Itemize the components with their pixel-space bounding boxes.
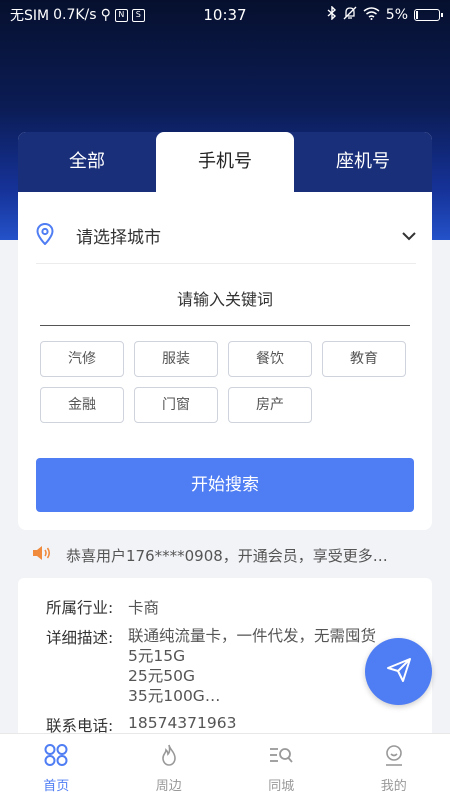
tab-mobile[interactable]: 手机号 bbox=[156, 132, 294, 192]
industry-value: 卡商 bbox=[128, 599, 160, 617]
search-card: 全部 手机号 座机号 请选择城市 请输入关键词 汽修 服装 餐饮 教育 金融 门… bbox=[18, 132, 432, 530]
industry-row: 所属行业: 卡商 bbox=[46, 596, 404, 618]
description-line: 35元100G… bbox=[128, 687, 221, 705]
city-selector[interactable]: 请选择城市 bbox=[36, 208, 416, 264]
bottom-nav: 首页 周边 同城 我的 bbox=[0, 733, 450, 800]
category-chips: 汽修 服装 餐饮 教育 金融 门窗 房产 bbox=[40, 341, 416, 423]
flame-icon bbox=[157, 743, 181, 775]
location-pin-icon bbox=[36, 222, 54, 249]
tab-all[interactable]: 全部 bbox=[18, 132, 156, 192]
keyword-input[interactable]: 请输入关键词 bbox=[40, 282, 410, 326]
notice-text: 恭喜用户176****0908，开通会员，享受更多… bbox=[66, 546, 388, 565]
nav-same-city[interactable]: 同城 bbox=[225, 734, 338, 800]
category-chip[interactable]: 服装 bbox=[134, 341, 218, 377]
nav-mine[interactable]: 我的 bbox=[338, 734, 450, 800]
send-icon bbox=[385, 656, 413, 688]
category-chip[interactable]: 汽修 bbox=[40, 341, 124, 377]
notice-bar[interactable]: 恭喜用户176****0908，开通会员，享受更多… bbox=[32, 540, 422, 570]
industry-label: 所属行业: bbox=[46, 599, 114, 617]
nav-label: 周边 bbox=[155, 779, 182, 794]
nav-label: 同城 bbox=[268, 779, 295, 794]
tab-landline[interactable]: 座机号 bbox=[294, 132, 432, 192]
category-chip[interactable]: 餐饮 bbox=[228, 341, 312, 377]
description-line: 25元50G bbox=[128, 667, 195, 685]
list-search-icon bbox=[268, 743, 294, 775]
home-grid-icon bbox=[43, 743, 69, 775]
clock: 10:37 bbox=[203, 6, 247, 24]
description-line: 联通纯流量卡，一件代发，无需囤货 bbox=[128, 627, 377, 645]
chevron-down-icon bbox=[402, 226, 416, 245]
battery-icon bbox=[414, 9, 443, 21]
category-chip[interactable]: 房产 bbox=[228, 387, 312, 423]
nav-label: 首页 bbox=[43, 779, 70, 794]
nav-label: 我的 bbox=[380, 779, 407, 794]
search-button[interactable]: 开始搜索 bbox=[36, 458, 414, 512]
tab-bar: 全部 手机号 座机号 bbox=[18, 132, 432, 192]
nav-nearby[interactable]: 周边 bbox=[113, 734, 226, 800]
category-chip[interactable]: 教育 bbox=[322, 341, 406, 377]
send-fab-button[interactable] bbox=[365, 638, 432, 705]
category-chip[interactable]: 门窗 bbox=[134, 387, 218, 423]
nav-home[interactable]: 首页 bbox=[0, 734, 113, 800]
city-selector-label: 请选择城市 bbox=[76, 228, 161, 248]
category-chip[interactable]: 金融 bbox=[40, 387, 124, 423]
user-icon bbox=[382, 743, 406, 775]
description-row: 详细描述: 联通纯流量卡，一件代发，无需囤货 5元15G 25元50G 35元1… bbox=[46, 626, 404, 706]
description-line: 5元15G bbox=[128, 647, 186, 665]
speaker-icon bbox=[32, 545, 52, 565]
status-bar: 无SIM 0.7K/s ⚲ N S 10:37 5% bbox=[0, 0, 450, 30]
description-label: 详细描述: bbox=[46, 629, 114, 647]
description-value: 联通纯流量卡，一件代发，无需囤货 5元15G 25元50G 35元100G… bbox=[128, 626, 376, 706]
